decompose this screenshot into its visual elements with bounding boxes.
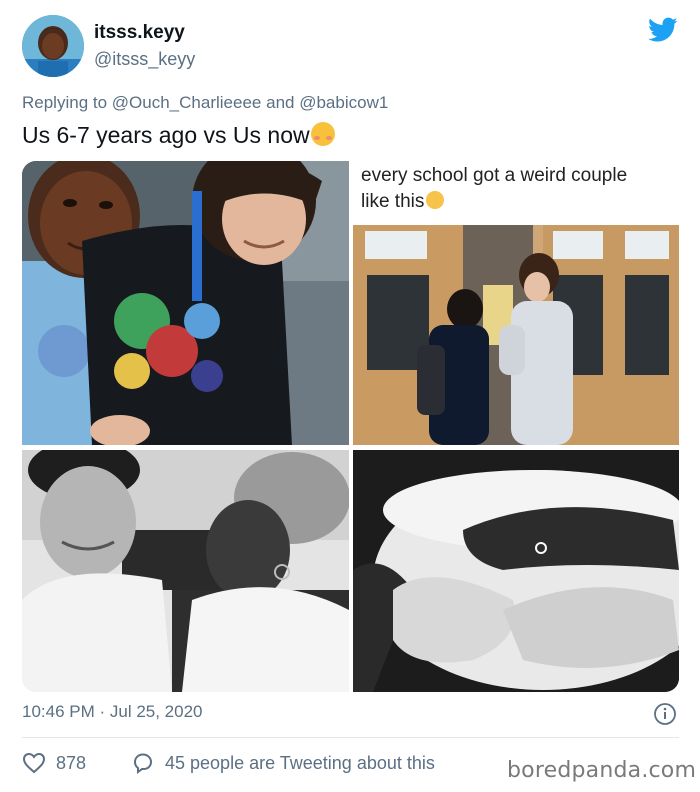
laughing-emoji-icon — [426, 191, 445, 209]
watermark: boredpanda.com — [507, 758, 697, 783]
reply-conjunction: and — [266, 93, 295, 112]
avatar[interactable] — [22, 15, 84, 77]
like-button[interactable]: 878 — [22, 752, 86, 774]
tweet-text-content: Us 6-7 years ago vs Us now — [22, 122, 310, 148]
likes-count: 878 — [56, 752, 87, 773]
avatar-photo — [22, 15, 84, 77]
photo-pregnancy-hands-image — [353, 450, 679, 692]
speech-bubble-icon — [133, 753, 153, 774]
meme-caption-line-2: like this — [361, 191, 425, 212]
photo-pregnancy-hands[interactable] — [353, 450, 679, 692]
tweet-card: itsss.keyy @itsss_keyy Replying to @Ouch… — [0, 0, 700, 792]
meme-caption: every school got a weird couple like thi… — [361, 163, 671, 215]
conversation-link[interactable]: 45 people are Tweeting about this — [131, 752, 435, 774]
media-grid: every school got a weird couple like thi… — [22, 161, 679, 692]
author-handle[interactable]: @itsss_keyy — [94, 49, 195, 70]
info-icon[interactable] — [653, 702, 677, 726]
reply-context: Replying to @Ouch_Charlieeee and @babico… — [22, 93, 388, 113]
photo-couple-now[interactable] — [22, 450, 349, 692]
photo-couple-now-image — [22, 450, 349, 692]
meme-school-hallway-image — [353, 225, 679, 445]
tweet-timestamp[interactable]: 10:46 PM · Jul 25, 2020 — [22, 702, 203, 722]
smiling-blush-emoji-icon — [310, 122, 335, 146]
photo-selfie-past[interactable] — [22, 161, 349, 445]
author-display-name[interactable]: itsss.keyy — [94, 22, 185, 44]
meme-caption-line-1: every school got a weird couple — [361, 165, 628, 186]
reply-prefix: Replying to — [22, 93, 108, 112]
photo-selfie-past-image — [22, 161, 349, 445]
conversation-text: 45 people are Tweeting about this — [165, 752, 435, 773]
twitter-bird-icon[interactable] — [648, 17, 678, 43]
footer-divider — [22, 737, 679, 738]
meme-weird-couple[interactable]: every school got a weird couple like thi… — [353, 161, 679, 445]
tweet-text: Us 6-7 years ago vs Us now — [22, 122, 335, 149]
heart-icon — [22, 752, 46, 774]
mention-link-1[interactable]: @Ouch_Charlieeee — [112, 93, 262, 112]
mention-link-2[interactable]: @babicow1 — [299, 93, 388, 112]
